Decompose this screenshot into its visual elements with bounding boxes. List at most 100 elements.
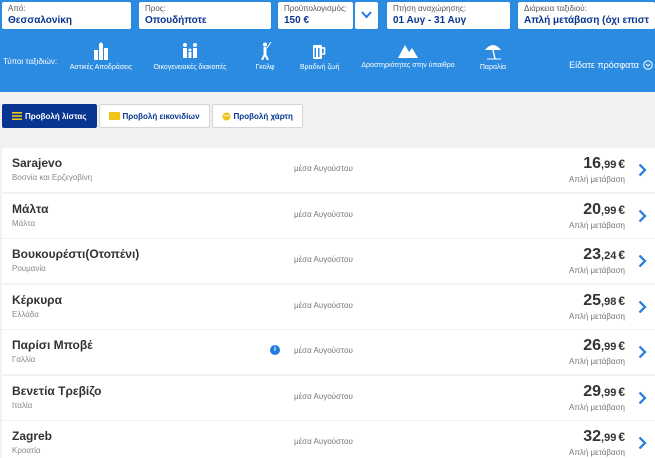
fare-type: Απλή μετάβαση — [569, 311, 625, 321]
chevron-right-icon[interactable] — [638, 300, 647, 314]
search-header: Από: Θεσσαλονίκη Προς: Οπουδήποτε Προϋπο… — [0, 0, 655, 92]
info-icon[interactable]: i — [270, 345, 280, 355]
price-decimal: ,98 — [601, 295, 617, 308]
nightlife-beer-icon — [313, 45, 326, 59]
tab-map-view[interactable]: Προβολή χάρτη — [211, 104, 303, 128]
from-value: Θεσσαλονίκη — [8, 15, 72, 26]
price: 32,99 € — [583, 428, 625, 446]
category-beach[interactable]: Παραλία — [478, 42, 508, 82]
category-label: Παραλία — [479, 64, 507, 71]
dates-value: 01 Αυγ - 31 Αυγ — [393, 15, 467, 26]
destination-country: Ελλάδα — [12, 309, 39, 319]
price-integer: 32 — [583, 428, 602, 445]
destination-row[interactable]: Παρίσι Μποβέ Γαλλία i μέσα Αυγούστου 26,… — [2, 330, 655, 374]
fare-type: Απλή μετάβαση — [569, 448, 625, 457]
category-golf[interactable]: Γκολφ — [255, 42, 275, 82]
budget-dropdown-button[interactable] — [355, 2, 378, 29]
trip-duration-field[interactable]: Διάρκεια ταξιδιού: Απλή μετάβαση (όχι επ… — [518, 2, 655, 29]
duration-label: Διάρκεια ταξιδιού: — [524, 4, 587, 13]
departure-dates-field[interactable]: Πτήση αναχώρησης: 01 Αυγ - 31 Αυγ — [387, 2, 510, 29]
price-currency: € — [618, 202, 625, 217]
price: 29,99 € — [583, 383, 625, 401]
tab-list-view[interactable]: Προβολή λίστας — [2, 104, 97, 128]
tab-label: Προβολή λίστας — [25, 111, 87, 121]
price: 16,99 € — [583, 155, 625, 173]
recently-viewed-label: Είδατε πρόσφατα — [569, 60, 639, 70]
recently-viewed-toggle[interactable]: Είδατε πρόσφατα — [569, 60, 653, 70]
price-integer: 23 — [583, 246, 602, 263]
destination-country: Μάλτα — [12, 218, 35, 228]
fare-type: Απλή μετάβαση — [569, 220, 625, 230]
mountain-icon — [398, 45, 418, 58]
category-label: Γκολφ — [255, 64, 275, 71]
category-outdoors[interactable]: Δραστηριότητες στην ύπαιθρο — [358, 42, 458, 82]
destination-city: Μάλτα — [12, 201, 49, 216]
image-grid-icon — [108, 112, 120, 120]
destination-city: Κέρκυρα — [12, 292, 62, 307]
destination-city: Sarajevo — [12, 156, 63, 170]
category-label: Οικογενειακές διακοπές — [153, 64, 227, 71]
price-currency: € — [618, 157, 625, 171]
price-currency: € — [618, 293, 625, 308]
globe-icon — [222, 112, 231, 120]
destination-city: Βουκουρέστι(Οτοπένι) — [12, 247, 140, 261]
destination-row[interactable]: Μάλτα Μάλτα μέσα Αυγούστου 20,99 € Απλή μ… — [2, 193, 655, 238]
budget-field[interactable]: Προϋπολογισμός: 150 € — [278, 2, 353, 29]
price-integer: 25 — [583, 291, 602, 309]
from-field[interactable]: Από: Θεσσαλονίκη — [2, 2, 131, 29]
price-decimal: ,99 — [601, 432, 617, 444]
travel-period: μέσα Αυγούστου — [294, 437, 353, 446]
price: 20,99 € — [583, 201, 625, 219]
travel-period: μέσα Αυγούστου — [294, 391, 353, 401]
tab-images-view[interactable]: Προβολή εικονιδίων — [98, 104, 210, 128]
chevron-right-icon[interactable] — [638, 436, 647, 450]
city-buildings-icon — [94, 42, 108, 60]
dates-label: Πτήση αναχώρησης: — [393, 4, 466, 13]
chevron-right-icon[interactable] — [638, 345, 647, 359]
price-integer: 16 — [583, 155, 602, 172]
chevron-down-icon — [361, 11, 372, 19]
price-currency: € — [618, 430, 625, 444]
category-label: Αστικές Αποδράσεις — [69, 64, 133, 71]
travel-period: μέσα Αυγούστου — [294, 209, 353, 219]
destination-city: Zagreb — [12, 429, 53, 443]
price: 23,24 € — [583, 246, 625, 264]
results-list: Sarajevo Βοσνία και Ερζεγοβίνη μέσα Αυγο… — [2, 148, 655, 458]
price-decimal: ,24 — [601, 250, 617, 262]
destination-country: Ρουμανία — [12, 264, 46, 273]
destination-row[interactable]: Κέρκυρα Ελλάδα μέσα Αυγούστου 25,98 € Απλ… — [2, 284, 655, 329]
fare-type: Απλή μετάβαση — [569, 357, 625, 366]
destination-row[interactable]: Sarajevo Βοσνία και Ερζεγοβίνη μέσα Αυγο… — [2, 148, 655, 192]
chevron-right-icon[interactable] — [638, 163, 647, 177]
family-icon — [183, 43, 197, 58]
tab-label: Προβολή χάρτη — [233, 111, 293, 121]
destination-row[interactable]: Βουκουρέστι(Οτοπένι) Ρουμανία μέσα Αυγού… — [2, 239, 655, 283]
to-value: Οπουδήποτε — [145, 15, 207, 26]
price-decimal: ,99 — [601, 386, 617, 399]
category-nightlife[interactable]: Βραδινή ζωή — [300, 42, 339, 82]
tab-label: Προβολή εικονιδίων — [122, 111, 200, 121]
chevron-down-circle-icon — [643, 60, 653, 70]
price-currency: € — [618, 384, 625, 399]
price-currency: € — [618, 248, 625, 262]
fare-type: Απλή μετάβαση — [569, 266, 625, 275]
from-label: Από: — [8, 4, 26, 13]
destination-country: Βοσνία και Ερζεγοβίνη — [12, 173, 93, 182]
destination-city: Βενετία Τρεβίζο — [12, 383, 102, 398]
to-field[interactable]: Προς: Οπουδήποτε — [139, 2, 271, 29]
to-label: Προς: — [145, 4, 166, 13]
destination-row[interactable]: Zagreb Κροατία μέσα Αυγούστου 32,99 € Απλ… — [2, 421, 655, 458]
duration-value: Απλή μετάβαση (όχι επιστρο — [524, 15, 649, 26]
destination-country: Γαλλία — [12, 355, 36, 364]
destination-country: Κροατία — [12, 446, 41, 455]
category-city-breaks[interactable]: Αστικές Αποδράσεις — [66, 42, 136, 82]
fare-type: Απλή μετάβαση — [569, 402, 625, 412]
budget-value: 150 € — [284, 15, 310, 26]
destination-row[interactable]: Βενετία Τρεβίζο Ιταλία μέσα Αυγούστου 29… — [2, 375, 655, 420]
golf-icon — [261, 42, 272, 60]
chevron-right-icon[interactable] — [638, 209, 647, 223]
category-family[interactable]: Οικογενειακές διακοπές — [150, 42, 230, 82]
chevron-right-icon[interactable] — [638, 391, 647, 405]
chevron-right-icon[interactable] — [638, 254, 647, 268]
fare-type: Απλή μετάβαση — [569, 175, 625, 184]
